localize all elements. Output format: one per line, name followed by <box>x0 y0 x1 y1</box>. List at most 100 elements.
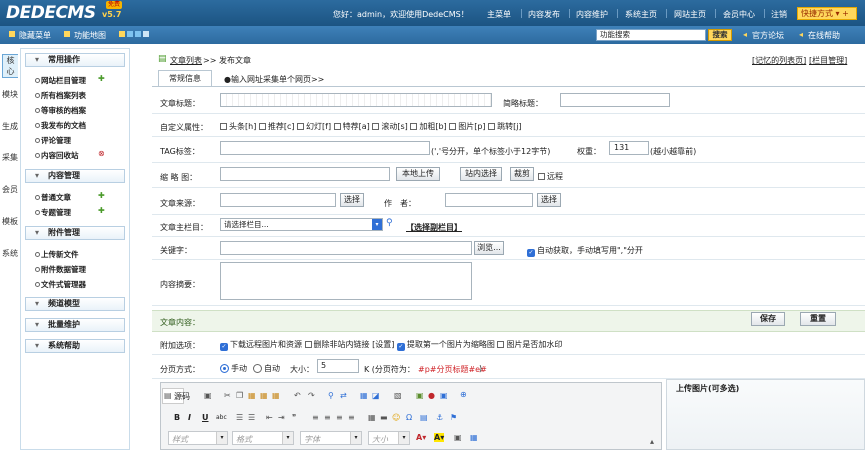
reset-button[interactable]: 重置 <box>800 312 836 326</box>
collapse-toolbar-icon[interactable]: ▴ <box>650 437 654 446</box>
text-color-icon[interactable]: A▾ <box>416 433 426 442</box>
func-map-button[interactable]: 功能地图 <box>74 30 106 41</box>
search-icon[interactable]: ⚲ <box>386 218 393 228</box>
link-icon[interactable]: ⊕ <box>460 390 467 399</box>
omega-icon[interactable]: Ω <box>406 413 412 422</box>
find-icon[interactable]: ⚲ <box>328 391 334 400</box>
strike-icon[interactable]: abc <box>216 414 227 421</box>
align-center-icon[interactable]: ≡ <box>324 413 331 422</box>
auto-get-option[interactable]: ✓ 自动获取，手动填写用","分开 <box>527 245 643 257</box>
official-forum-link[interactable]: 官方论坛 <box>752 30 784 41</box>
menu-item-recycle-bin[interactable]: 内容回收站 <box>35 150 79 161</box>
menu-item-my-documents[interactable]: 我发布的文档 <box>35 120 86 131</box>
flash-icon[interactable]: ● <box>428 391 435 400</box>
remember-list-link[interactable]: [记忆的列表页] <box>752 55 806 66</box>
short-title-input[interactable] <box>560 93 670 107</box>
menu-item-all-archives[interactable]: 所有档案列表 <box>35 90 86 101</box>
column-select[interactable]: 请选择栏目... ▾ <box>220 218 383 231</box>
nav-member-center[interactable]: 会员中心 <box>723 9 755 20</box>
preview-icon[interactable]: ▣ <box>204 391 212 400</box>
remote-option[interactable]: 远程 <box>538 171 563 182</box>
size-select[interactable]: 大小 ▾ <box>368 431 410 445</box>
image-icon[interactable]: ▣ <box>416 391 424 400</box>
tag-input[interactable] <box>220 141 430 155</box>
menu-section-help[interactable]: 系统帮助 <box>25 339 125 353</box>
redo-icon[interactable]: ↷ <box>308 391 315 400</box>
menu-section-channel-model[interactable]: 频道模型 <box>25 297 125 311</box>
attr-recommend[interactable]: 推荐[c] <box>258 122 295 131</box>
attr-headline[interactable]: 头条[h] <box>220 122 256 131</box>
source-button[interactable]: 源码 <box>174 391 190 402</box>
media-icon[interactable]: ▣ <box>440 391 448 400</box>
add-article-icon[interactable]: ✚ <box>98 191 105 200</box>
menu-item-pending-archives[interactable]: 等审核的档案 <box>35 105 86 116</box>
align-right-icon[interactable]: ≡ <box>336 413 343 422</box>
summary-textarea[interactable] <box>220 262 472 300</box>
title-input[interactable] <box>220 93 492 107</box>
copy-icon[interactable]: ❐ <box>236 391 243 400</box>
bullet-list-icon[interactable]: ☰ <box>248 413 255 422</box>
side-tab-module[interactable]: 模块 <box>2 89 18 100</box>
tab-normal-info[interactable]: 常规信息 <box>158 70 212 86</box>
add-icon[interactable]: ✚ <box>98 74 105 83</box>
menu-item-column-manage[interactable]: 网站栏目管理 <box>35 75 86 86</box>
paging-manual-radio[interactable]: 手动 <box>220 363 247 374</box>
weight-input[interactable]: 131 <box>609 141 649 155</box>
tab-import-url[interactable]: ●输入网址采集单个网页>> <box>224 74 324 85</box>
eraser-icon[interactable]: ◪ <box>372 391 380 400</box>
source-input[interactable] <box>220 193 336 207</box>
menu-item-articles[interactable]: 普通文章 <box>35 192 71 203</box>
browse-button[interactable]: 浏览... <box>474 241 504 255</box>
hr-icon[interactable]: ▬ <box>380 413 388 422</box>
pagebreak-icon[interactable]: ▤ <box>420 413 428 422</box>
remove-links-option[interactable]: 删除非站内链接 <box>304 340 370 349</box>
bold-icon[interactable]: B <box>174 413 180 422</box>
paste-word-icon[interactable]: ▦ <box>272 391 280 400</box>
shortcut-button[interactable]: 快捷方式 ▾ + <box>797 7 857 20</box>
menu-item-topics[interactable]: 专题管理 <box>35 207 71 218</box>
nav-publish[interactable]: 内容发布 <box>528 9 560 20</box>
local-upload-button[interactable]: 本地上传 <box>396 167 440 181</box>
layout-icon-4[interactable] <box>143 31 149 37</box>
save-button[interactable]: 保存 <box>751 312 785 326</box>
layout-icon-2[interactable] <box>127 31 133 37</box>
nav-main-menu[interactable]: 主菜单 <box>487 9 511 20</box>
replace-icon[interactable]: ⇄ <box>340 391 347 400</box>
cut-icon[interactable]: ✂ <box>224 391 231 400</box>
menu-section-attachments[interactable]: 附件管理 <box>25 226 125 240</box>
font-select[interactable]: 字体 ▾ <box>300 431 362 445</box>
breadcrumb-article-list[interactable]: 文章列表 <box>170 55 202 66</box>
source-select-button[interactable]: 选择 <box>340 193 364 207</box>
paste-text-icon[interactable]: ▦ <box>260 391 268 400</box>
thumb-input[interactable] <box>220 167 390 181</box>
online-help-link[interactable]: 在线帮助 <box>808 30 840 41</box>
ordered-list-icon[interactable]: ☰ <box>236 413 243 422</box>
menu-item-upload-file[interactable]: 上传新文件 <box>35 249 79 260</box>
attr-scroll[interactable]: 滚动[s] <box>372 122 408 131</box>
align-left-icon[interactable]: ≡ <box>312 413 319 422</box>
download-remote-option[interactable]: ✓ 下载远程图片和资源 <box>220 340 302 351</box>
search-button[interactable]: 搜索 <box>708 29 732 41</box>
menu-item-attach-data[interactable]: 附件数据管理 <box>35 264 86 275</box>
undo-icon[interactable]: ↶ <box>294 391 301 400</box>
menu-item-comments[interactable]: 评论管理 <box>35 135 71 146</box>
attr-jump[interactable]: 跳转[j] <box>488 122 522 131</box>
author-select-button[interactable]: 选择 <box>537 193 561 207</box>
table-icon[interactable]: ▦ <box>368 413 376 422</box>
side-tab-collect[interactable]: 采集 <box>2 152 18 163</box>
code-icon[interactable]: ▧ <box>394 391 402 400</box>
nav-logout[interactable]: 注销 <box>771 9 787 20</box>
add-topic-icon[interactable]: ✚ <box>98 206 105 215</box>
author-input[interactable] <box>445 193 533 207</box>
menu-item-file-manager[interactable]: 文件式管理器 <box>35 279 86 290</box>
clear-icon[interactable]: ⊗ <box>98 149 105 158</box>
menu-section-common[interactable]: 常用操作 <box>25 53 125 67</box>
attr-slide[interactable]: 幻灯[f] <box>297 122 331 131</box>
nav-system-home[interactable]: 系统主页 <box>625 9 657 20</box>
quote-icon[interactable]: ❞ <box>292 413 296 422</box>
hide-menu-button[interactable]: 隐藏菜单 <box>19 30 51 41</box>
side-tab-member[interactable]: 会员 <box>2 184 18 195</box>
justify-icon[interactable]: ≡ <box>348 413 355 422</box>
attr-image[interactable]: 图片[p] <box>449 122 486 131</box>
column-manage-link[interactable]: [栏目管理] <box>809 55 847 66</box>
